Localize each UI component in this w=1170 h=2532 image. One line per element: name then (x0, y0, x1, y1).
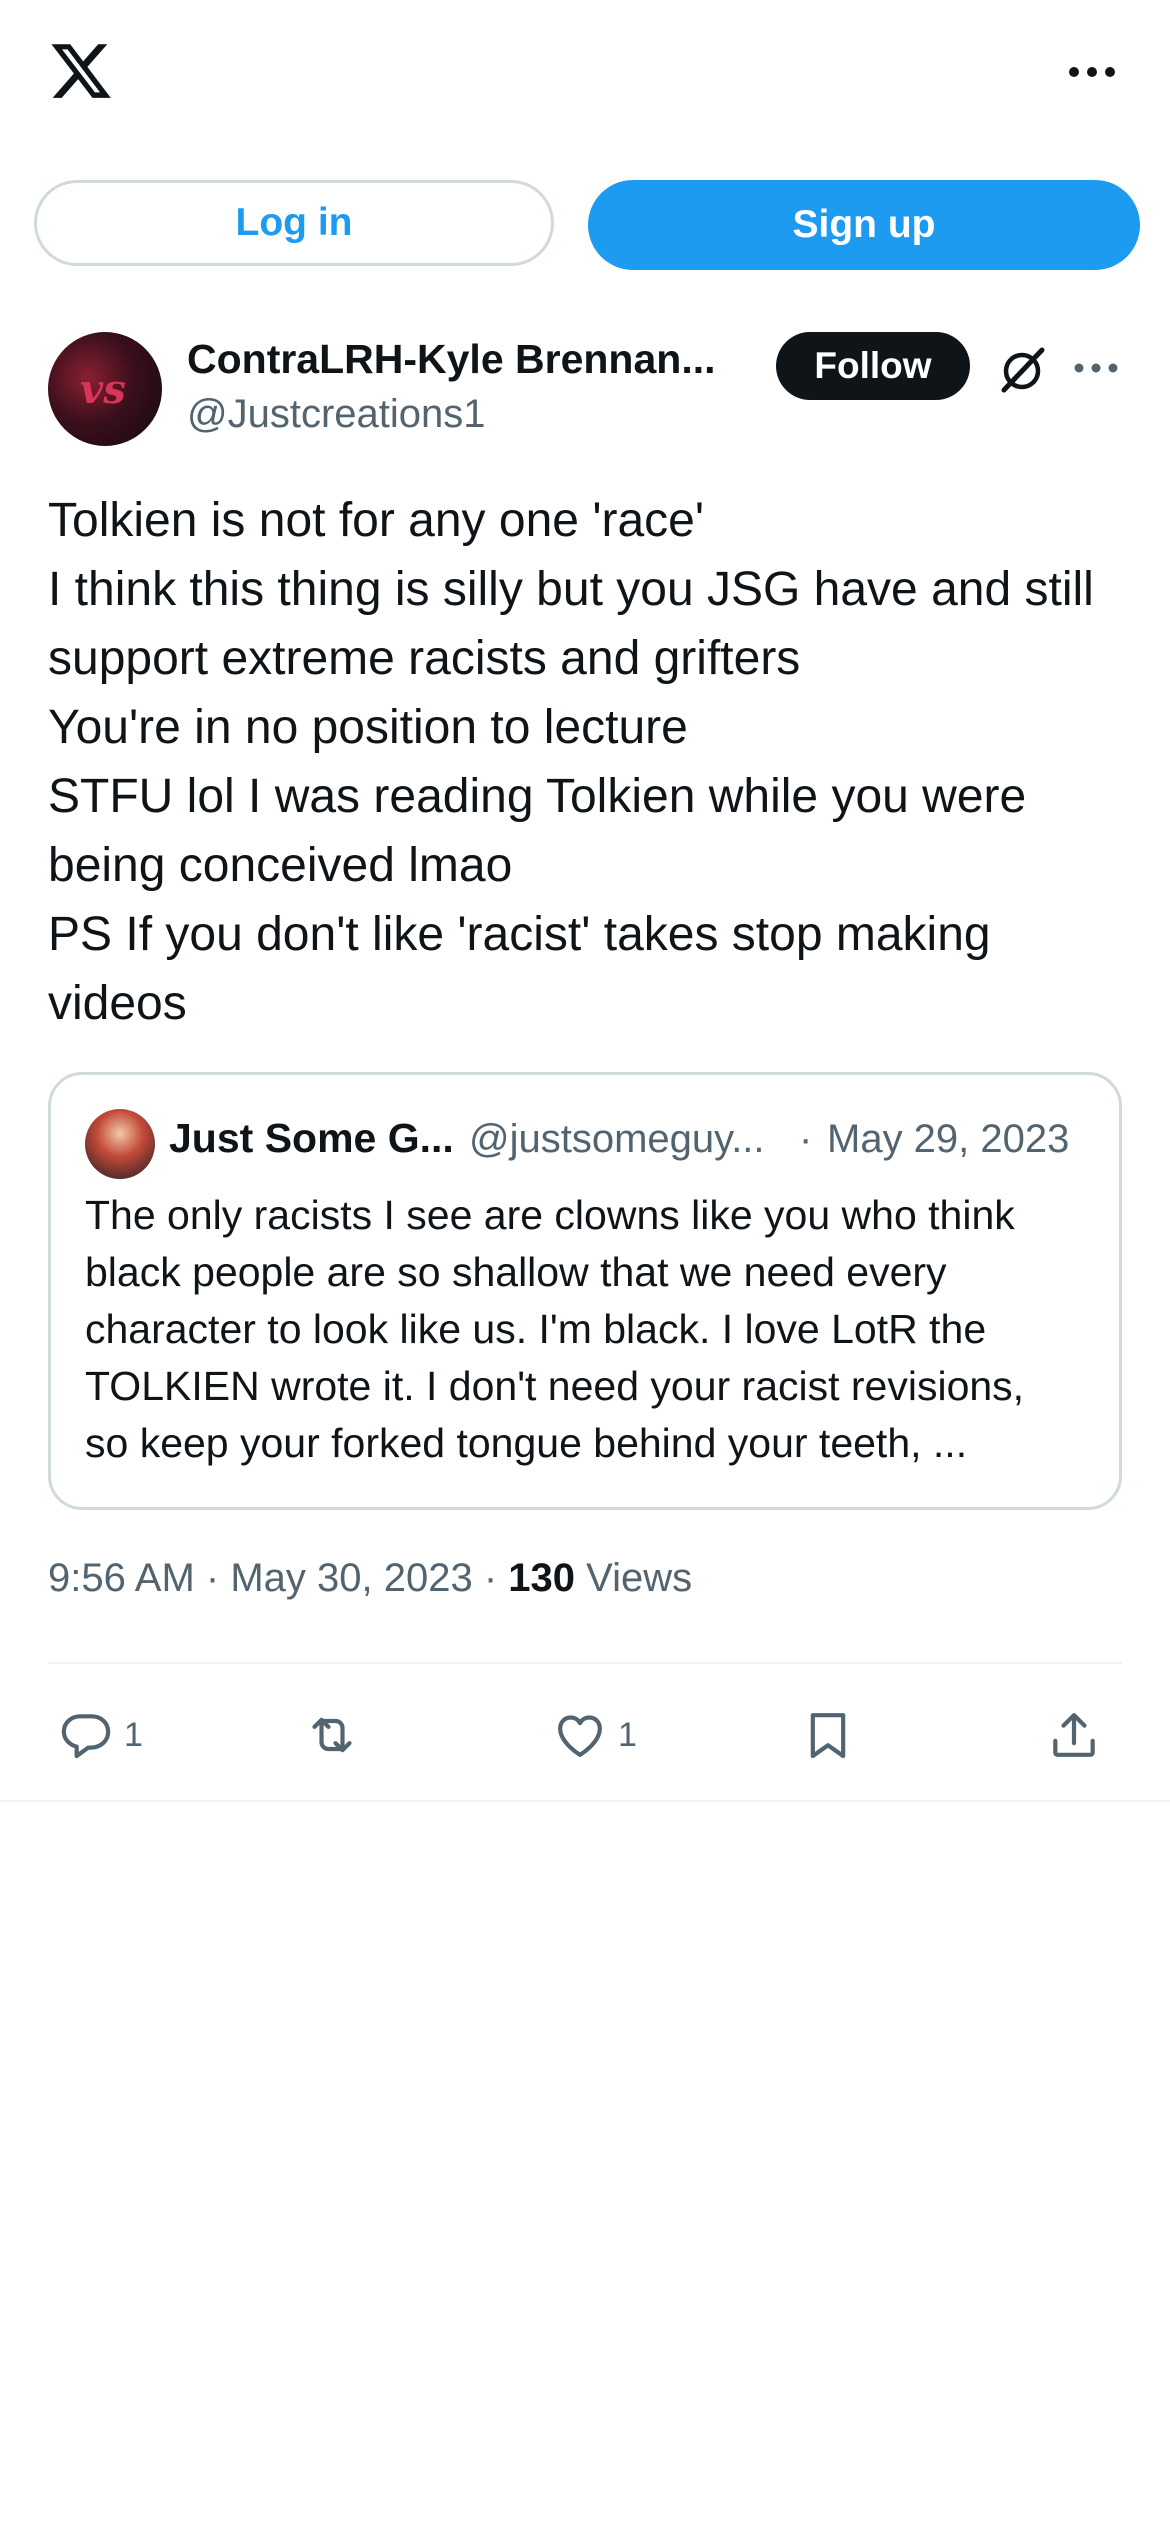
quote-text-line: so keep your forked tongue behind your t… (85, 1420, 968, 1466)
bookmark-icon (810, 1713, 846, 1759)
quote-date: May 29, 2023 (827, 1117, 1070, 1161)
divider (0, 1800, 1170, 1802)
quote-text-line: black people are so shallow that we need… (85, 1249, 947, 1295)
more-options-icon[interactable] (1062, 50, 1122, 94)
quoted-post[interactable]: Just Some G... @justsomeguy... · May 29,… (48, 1072, 1122, 1510)
meta-separator: · (205, 1556, 231, 1600)
post-text-line: Tolkien is not for any one 'race' (48, 494, 705, 547)
quote-text: The only racists I see are clowns like y… (85, 1187, 1095, 1472)
login-button[interactable]: Log in (34, 180, 554, 266)
quote-text-line: The only racists I see are clowns like y… (85, 1192, 1015, 1238)
repost-icon (312, 1717, 352, 1753)
post-time[interactable]: 9:56 AM (48, 1556, 195, 1600)
like-count: 1 (618, 1715, 637, 1754)
like-button[interactable]: 1 (552, 1700, 637, 1770)
post-text: Tolkien is not for any one 'race' I thin… (48, 486, 1128, 1038)
post-text-line: You're in no position to lecture (48, 701, 688, 754)
reply-button[interactable]: 1 (58, 1700, 143, 1770)
post-text-line: support extreme racists and grifters (48, 632, 801, 685)
heart-icon (558, 1715, 602, 1757)
meta-separator: · (483, 1556, 509, 1600)
divider (48, 1662, 1122, 1664)
quote-separator: · (799, 1117, 813, 1161)
follow-button[interactable]: Follow (776, 332, 970, 400)
post-text-line: STFU lol I was reading Tolkien while you… (48, 770, 1027, 823)
post-text-line: being conceived lmao (48, 839, 513, 892)
action-bar: 1 1 (48, 1700, 1122, 1770)
share-icon (1053, 1713, 1095, 1757)
bookmark-button[interactable] (800, 1700, 856, 1770)
post-more-icon[interactable] (1072, 346, 1120, 390)
author-handle[interactable]: @Justcreations1 (187, 392, 486, 437)
grok-icon[interactable] (994, 342, 1050, 398)
reply-icon (61, 1714, 111, 1759)
views-count: 130 (508, 1556, 576, 1600)
reply-count: 1 (124, 1715, 143, 1754)
post-date[interactable]: May 30, 2023 (230, 1556, 472, 1600)
repost-button[interactable] (304, 1700, 360, 1770)
quote-text-line: character to look like us. I'm black. I … (85, 1306, 987, 1352)
quote-author-handle: @justsomeguy... (469, 1117, 765, 1161)
views-label: Views (586, 1556, 693, 1600)
auth-buttons: Log in Sign up (34, 180, 1140, 270)
signup-button[interactable]: Sign up (588, 180, 1140, 270)
post-header: vs ContraLRH-Kyle Brennan... @Justcreati… (48, 332, 1122, 452)
quote-author-avatar (85, 1109, 155, 1179)
quote-author-name: Just Some G... (169, 1115, 454, 1161)
post-text-line: I think this thing is silly but you JSG … (48, 563, 1094, 616)
post-meta: 9:56 AM · May 30, 2023 · 130 Views (48, 1556, 692, 1601)
author-avatar[interactable]: vs (48, 332, 162, 446)
post-text-line: videos (48, 977, 187, 1030)
top-bar (0, 0, 1170, 150)
author-name[interactable]: ContraLRH-Kyle Brennan... (187, 336, 716, 383)
share-button[interactable] (1046, 1700, 1102, 1770)
post-text-line: PS If you don't like 'racist' takes stop… (48, 908, 991, 961)
x-logo-icon[interactable] (48, 38, 114, 104)
quote-text-line: TOLKIEN wrote it. I don't need your raci… (85, 1363, 1025, 1409)
